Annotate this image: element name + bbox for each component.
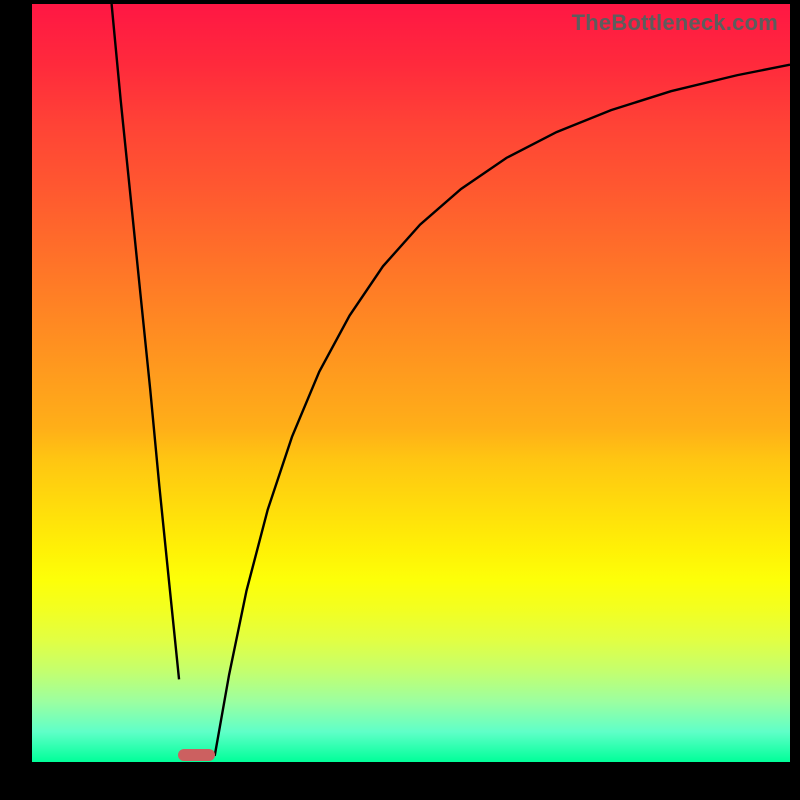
minimum-marker — [178, 749, 216, 761]
frame-right — [790, 0, 800, 800]
chart-plot-area: TheBottleneck.com — [32, 4, 790, 762]
heat-gradient-background — [32, 4, 790, 762]
frame-bottom — [0, 762, 800, 800]
frame-left — [0, 0, 32, 800]
watermark-text: TheBottleneck.com — [572, 10, 778, 36]
